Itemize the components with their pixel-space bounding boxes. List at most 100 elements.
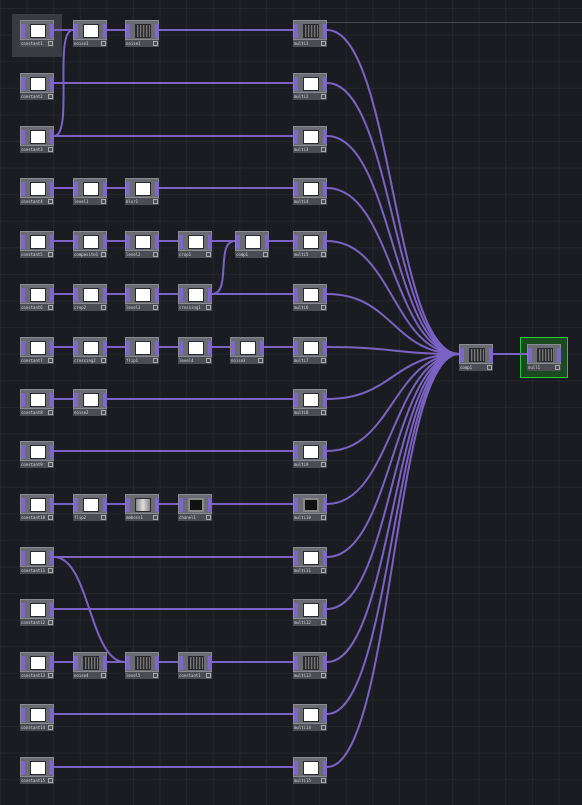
- node-crossing1[interactable]: crossing1: [178, 284, 212, 312]
- node-label: crop1: [179, 252, 192, 257]
- node-label: emboss1: [126, 515, 143, 520]
- canvas-border-line: [326, 22, 582, 23]
- node-constant5[interactable]: constant5: [20, 231, 54, 259]
- node-mult11[interactable]: multi11: [293, 547, 327, 575]
- node-label: multi8: [294, 410, 309, 415]
- node-label: constant8: [21, 410, 43, 415]
- node-constant3[interactable]: constant3: [20, 126, 54, 154]
- node-mult8[interactable]: multi8: [293, 389, 327, 417]
- node-label: null1: [528, 365, 541, 370]
- node-mult12[interactable]: multi12: [293, 599, 327, 627]
- node-composite1[interactable]: composite1: [73, 231, 107, 259]
- node-constant12[interactable]: constant12: [20, 599, 54, 627]
- node-label: multi9: [294, 462, 309, 467]
- wire: [326, 82, 460, 355]
- node-label: constant14: [21, 725, 46, 730]
- node-comp1[interactable]: comp1: [235, 231, 269, 259]
- wire: [326, 353, 460, 768]
- node-label: constant1: [21, 41, 43, 46]
- node-mult15[interactable]: multi15: [293, 757, 327, 785]
- node-label: blur1: [126, 199, 139, 204]
- node-label: level2: [126, 252, 141, 257]
- wire: [326, 240, 460, 355]
- node-null-out[interactable]: null1: [527, 344, 561, 372]
- node-flip1[interactable]: flip1: [125, 337, 159, 365]
- node-label: composite1: [74, 252, 99, 257]
- node-level2[interactable]: level2: [125, 231, 159, 259]
- node-emboss1[interactable]: emboss1: [125, 494, 159, 522]
- node-mult3[interactable]: multi3: [293, 126, 327, 154]
- node-blur1[interactable]: blur1: [125, 178, 159, 206]
- node-label: constant12: [21, 620, 46, 625]
- node-label: chanel1: [179, 515, 196, 520]
- node-label: multi5: [294, 252, 309, 257]
- node-label: comp1: [236, 252, 249, 257]
- node-mult7[interactable]: multi7: [293, 337, 327, 365]
- node-label: multi3: [294, 147, 309, 152]
- node-level5[interactable]: level5: [125, 652, 159, 680]
- node-constant7[interactable]: constant7: [20, 337, 54, 365]
- node-chanel1[interactable]: chanel1: [178, 494, 212, 522]
- node-constant9[interactable]: constant9: [20, 441, 54, 469]
- node-crop2[interactable]: crop2: [73, 284, 107, 312]
- node-label: crop2: [74, 305, 87, 310]
- node-constant8[interactable]: constant8: [20, 389, 54, 417]
- node-mult4[interactable]: multi4: [293, 178, 327, 206]
- node-label: constant13: [21, 673, 46, 678]
- node-constant11[interactable]: constant11: [20, 547, 54, 575]
- node-level1[interactable]: level1: [73, 178, 107, 206]
- node-label: multi10: [294, 515, 311, 520]
- node-label: noise4: [74, 673, 89, 678]
- node-constant14[interactable]: constant14: [20, 704, 54, 732]
- node-mult6[interactable]: multi6: [293, 284, 327, 312]
- node-noise-top[interactable]: noise1: [125, 20, 159, 48]
- wire: [326, 353, 460, 715]
- node-level4[interactable]: level4: [178, 337, 212, 365]
- wire: [53, 556, 126, 663]
- node-noise1[interactable]: noise1: [73, 20, 107, 48]
- node-noise2[interactable]: noise2: [73, 389, 107, 417]
- node-crop1[interactable]: crop1: [178, 231, 212, 259]
- node-constant4[interactable]: constant4: [20, 178, 54, 206]
- wire: [326, 353, 460, 400]
- wire: [326, 353, 460, 610]
- node-noise4[interactable]: noise4: [73, 652, 107, 680]
- node-label: level5: [126, 673, 141, 678]
- wire: [211, 240, 236, 295]
- node-label: constant11: [21, 568, 46, 573]
- node-mult13[interactable]: multi13: [293, 652, 327, 680]
- wire: [326, 353, 460, 505]
- network-canvas[interactable]: constant1 noise1 noise1 multi1 constant2…: [0, 0, 582, 805]
- node-label: constant4: [21, 199, 43, 204]
- node-label: level3: [126, 305, 141, 310]
- node-mult5[interactable]: multi5: [293, 231, 327, 259]
- node-label: crossing2: [74, 358, 96, 363]
- node-label: level1: [74, 199, 89, 204]
- node-constant15[interactable]: constant15: [20, 757, 54, 785]
- node-constant10[interactable]: constant10: [20, 494, 54, 522]
- node-flip2[interactable]: flip2: [73, 494, 107, 522]
- node-label: multi2: [294, 94, 309, 99]
- node-constant2[interactable]: constant2: [20, 73, 54, 101]
- node-mult10[interactable]: multi10: [293, 494, 327, 522]
- node-noise3[interactable]: noise3: [230, 337, 264, 365]
- node-label: constant1: [179, 673, 201, 678]
- node-constant1[interactable]: constant1: [20, 20, 54, 48]
- node-label: constant3: [21, 147, 43, 152]
- node-comp-main[interactable]: comp1: [459, 344, 493, 372]
- node-label: constant6: [21, 305, 43, 310]
- node-label: constant9: [21, 462, 43, 467]
- node-constant6[interactable]: constant6: [20, 284, 54, 312]
- node-constant13[interactable]: constant13: [20, 652, 54, 680]
- node-constant-b[interactable]: constant1: [178, 652, 212, 680]
- node-mult9[interactable]: multi9: [293, 441, 327, 469]
- node-mult14[interactable]: multi14: [293, 704, 327, 732]
- node-mult1[interactable]: multi1: [293, 20, 327, 48]
- node-label: multi1: [294, 41, 309, 46]
- node-label: constant7: [21, 358, 43, 363]
- node-crossing2[interactable]: crossing2: [73, 337, 107, 365]
- node-level3[interactable]: level3: [125, 284, 159, 312]
- wire: [326, 135, 460, 355]
- node-mult2[interactable]: multi2: [293, 73, 327, 101]
- node-label: multi15: [294, 778, 311, 783]
